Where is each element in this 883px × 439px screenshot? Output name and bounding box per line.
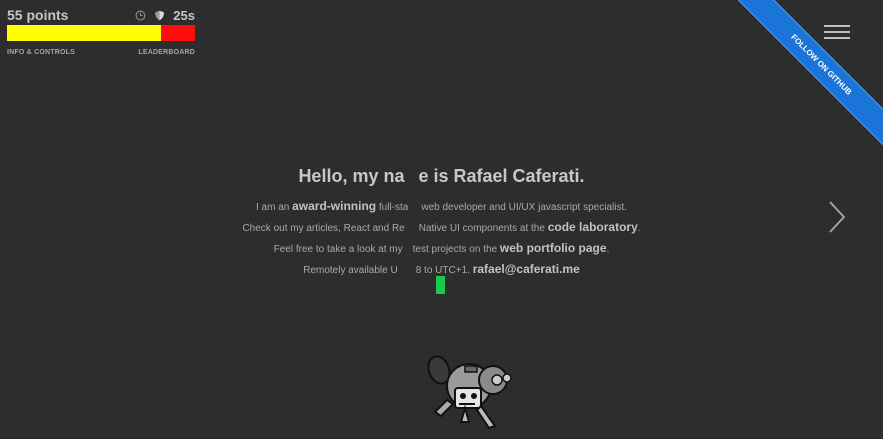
intro-heading: Hello, my na e is Rafael Caferati.	[298, 166, 585, 186]
intro-line-1: I am an award-winning full-sta web develo…	[255, 199, 628, 213]
timer-value: 25s	[173, 7, 195, 23]
points-counter: 55 points	[7, 7, 69, 23]
info-controls-link[interactable]: INFO & CONTROLS	[7, 49, 75, 56]
intro-line-2: Check out my articles, React and Re Nativ…	[242, 220, 641, 234]
intro-text-block: Hello, my na e is Rafael Caferati. I am a…	[0, 166, 883, 280]
github-ribbon-container: FOLLOW ON GITHUB	[683, 0, 883, 160]
web-portfolio-link[interactable]: web portfolio page	[500, 241, 607, 255]
octocat-mascot-icon	[427, 355, 512, 430]
hud-links: INFO & CONTROLS LEADERBOARD	[7, 49, 195, 56]
hud-top-row: 55 points 25s	[7, 6, 195, 24]
follow-github-ribbon[interactable]: FOLLOW ON GITHUB	[726, 0, 883, 160]
email-link[interactable]: rafael@caferati.me	[473, 262, 580, 276]
shield-icon	[155, 10, 165, 20]
game-hud: 55 points 25s INFO & CONTROLS LEADERBOAR…	[7, 6, 195, 56]
game-paddle[interactable]	[436, 276, 445, 294]
leaderboard-link[interactable]: LEADERBOARD	[138, 49, 195, 56]
points-progress-bar	[7, 25, 195, 41]
hamburger-menu-icon[interactable]	[824, 25, 850, 40]
progress-bar-fill	[7, 25, 162, 41]
code-laboratory-link[interactable]: code laboratory	[548, 220, 638, 234]
clock-icon	[135, 10, 146, 20]
award-winning-text: award-winning	[292, 199, 377, 213]
intro-line-3: Feel free to take a look at my test proje…	[273, 241, 610, 255]
